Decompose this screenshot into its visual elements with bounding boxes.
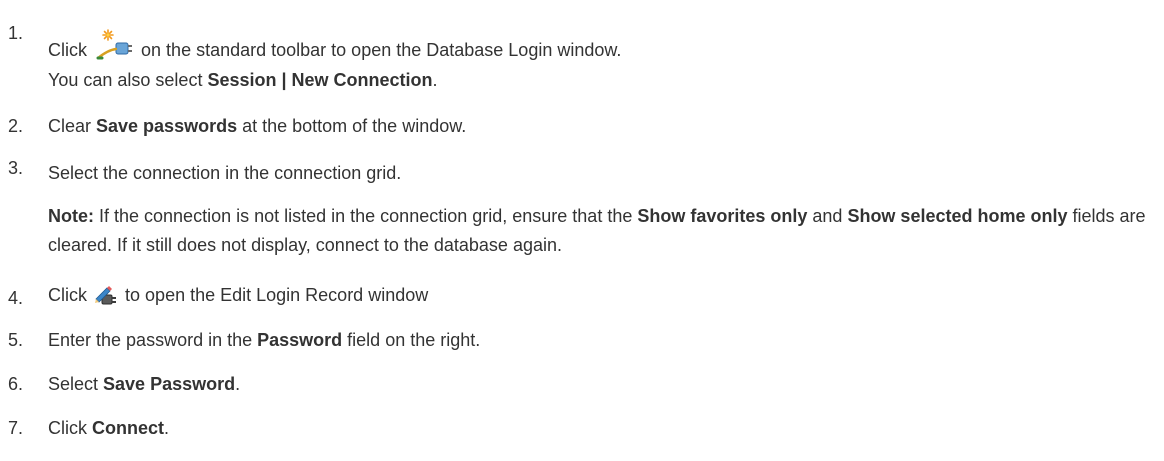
step-number: 2. — [8, 116, 24, 136]
step-number: 4. — [8, 288, 24, 308]
step-text: on the standard toolbar to open the Data… — [141, 40, 622, 60]
step-number: 1. — [8, 23, 24, 43]
step-4: Click to open the Edit Login Record wind… — [48, 285, 428, 312]
note-label: Note: — [48, 206, 94, 226]
step-1: Click on the standard toolbar to open th… — [48, 28, 621, 67]
step-3-note: Note: If the connection is not listed in… — [48, 206, 1146, 255]
procedure-document: 1. Click on the standard toolbar to open… — [0, 0, 1164, 461]
step-7: Click Connect. — [48, 418, 170, 438]
step-number: 7. — [8, 418, 24, 438]
step-2: Clear Save passwords at the bottom of th… — [48, 116, 467, 136]
step-5: Enter the password in the Password field… — [48, 330, 481, 350]
new-connection-icon — [94, 28, 134, 67]
step-number: 3. — [8, 158, 24, 178]
step-3: Select the connection in the connection … — [48, 163, 402, 183]
step-text: Click — [48, 40, 87, 60]
option-name: Save Password — [103, 374, 236, 394]
edit-login-record-icon — [94, 285, 118, 312]
step-number: 5. — [8, 330, 24, 350]
button-name: Connect — [92, 418, 164, 438]
step-6: Select Save Password. — [48, 374, 241, 394]
option-name: Save passwords — [96, 116, 238, 136]
menu-path: Session | New Connection — [207, 70, 433, 90]
step-number: 6. — [8, 374, 24, 394]
step-1-alternative: You can also select Session | New Connec… — [48, 70, 438, 90]
field-name: Password — [257, 330, 343, 350]
